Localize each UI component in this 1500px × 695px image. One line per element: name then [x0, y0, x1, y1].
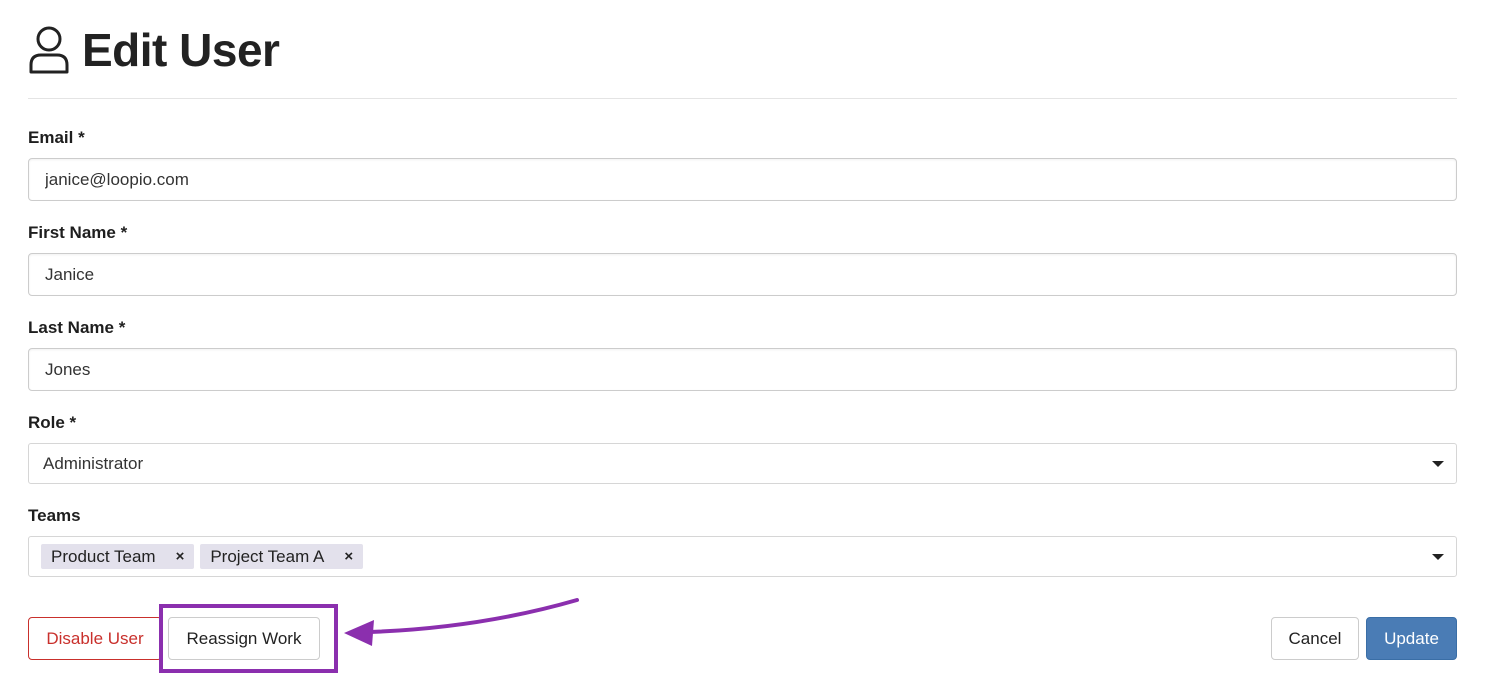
page-title: Edit User: [82, 24, 280, 76]
close-icon[interactable]: ×: [344, 548, 353, 565]
caret-down-icon[interactable]: [1432, 553, 1444, 560]
team-tag: Product Team ×: [41, 544, 195, 569]
cancel-button[interactable]: Cancel: [1271, 617, 1359, 660]
disable-user-button[interactable]: Disable User: [28, 617, 162, 660]
team-tag-label: Project Team A: [210, 546, 325, 566]
last-name-label: Last Name *: [28, 318, 126, 337]
teams-label: Teams: [28, 506, 81, 525]
role-select[interactable]: Administrator: [28, 443, 1457, 484]
email-field[interactable]: [28, 158, 1457, 201]
pointer-arrow-icon: [344, 598, 579, 646]
header-divider: [28, 98, 1457, 99]
reassign-work-button[interactable]: Reassign Work: [168, 617, 320, 660]
edit-user-page: Edit User Email * First Name * Last Name…: [28, 0, 1457, 695]
user-icon: [29, 26, 69, 74]
last-name-field[interactable]: [28, 348, 1457, 391]
close-icon[interactable]: ×: [176, 548, 185, 565]
team-tags: Product Team × Project Team A ×: [41, 544, 369, 569]
teams-multiselect[interactable]: Product Team × Project Team A ×: [28, 536, 1457, 577]
update-button[interactable]: Update: [1366, 617, 1457, 660]
page-header: Edit User: [28, 20, 280, 80]
first-name-field[interactable]: [28, 253, 1457, 296]
role-label: Role *: [28, 413, 77, 432]
caret-down-icon[interactable]: [1432, 460, 1444, 467]
team-tag-label: Product Team: [51, 546, 156, 566]
email-label: Email *: [28, 128, 85, 147]
team-tag: Project Team A ×: [200, 544, 364, 569]
first-name-label: First Name *: [28, 223, 128, 242]
role-selected-value: Administrator: [43, 453, 144, 473]
